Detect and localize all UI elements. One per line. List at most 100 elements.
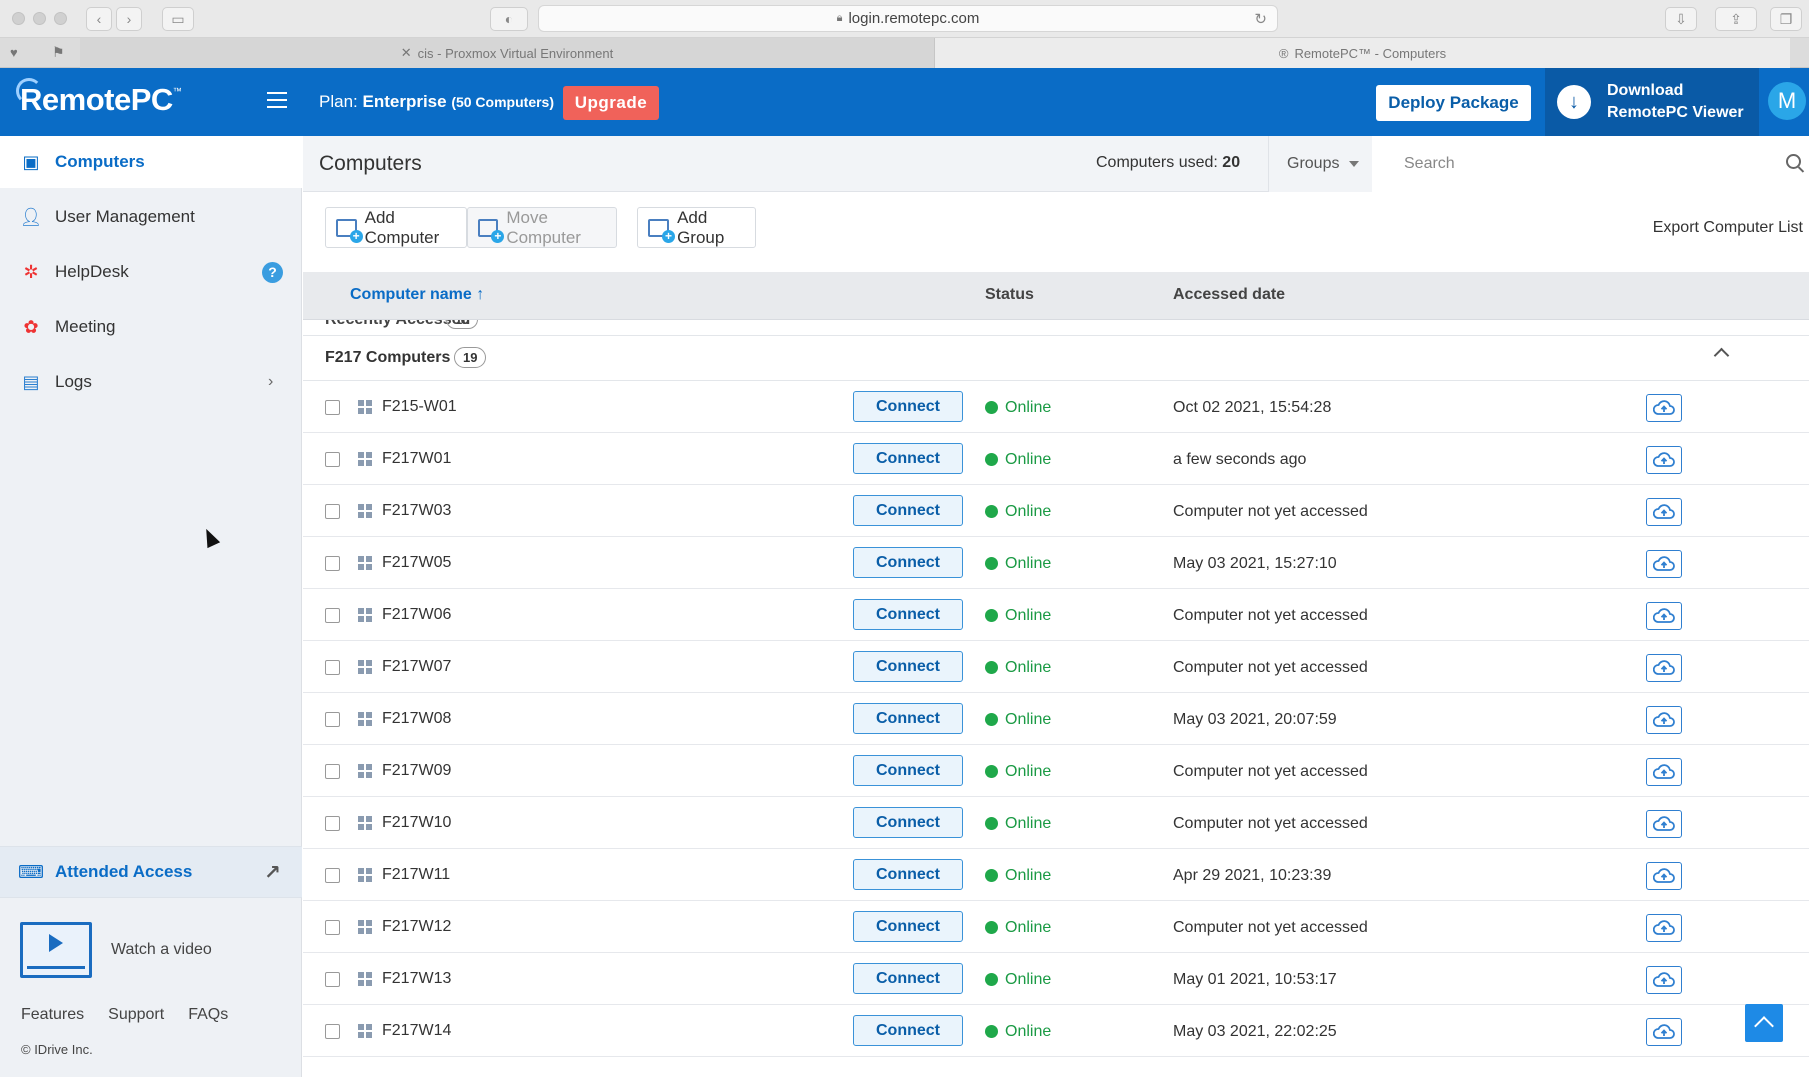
row-checkbox[interactable]: [325, 556, 340, 571]
connect-button[interactable]: Connect: [853, 391, 963, 422]
shield-icon[interactable]: ◐: [490, 7, 528, 31]
column-computer-name[interactable]: Computer name ↑: [350, 286, 484, 304]
table-row[interactable]: F217W08 Connect Online May 03 2021, 20:07:5…: [303, 693, 1809, 745]
chevron-up-icon[interactable]: [1713, 347, 1730, 364]
forward-icon[interactable]: ›: [116, 7, 142, 31]
row-checkbox[interactable]: [325, 400, 340, 415]
address-bar[interactable]: 🔒︎ login.remotepc.com ↻: [538, 5, 1278, 32]
connect-button[interactable]: Connect: [853, 911, 963, 942]
row-checkbox[interactable]: [325, 972, 340, 987]
features-link[interactable]: Features: [21, 1006, 84, 1024]
tab-proxmox[interactable]: ✕ cis - Proxmox Virtual Environment: [80, 38, 935, 68]
search-icon[interactable]: [1786, 154, 1801, 169]
attended-access-link[interactable]: ⌨ Attended Access ↗: [0, 846, 302, 898]
upload-icon[interactable]: [1646, 966, 1682, 994]
video-thumbnail[interactable]: [20, 922, 92, 978]
upload-icon[interactable]: [1646, 446, 1682, 474]
table-row[interactable]: F217W11 Connect Online Apr 29 2021, 10:23:3…: [303, 849, 1809, 901]
table-row[interactable]: F217W14 Connect Online May 03 2021, 22:02:2…: [303, 1005, 1809, 1057]
connect-button[interactable]: Connect: [853, 807, 963, 838]
watch-video-link[interactable]: Watch a video: [111, 941, 212, 959]
upload-icon[interactable]: [1646, 706, 1682, 734]
upgrade-button[interactable]: Upgrade: [563, 86, 659, 120]
row-checkbox[interactable]: [325, 452, 340, 467]
row-checkbox[interactable]: [325, 764, 340, 779]
deploy-package-button[interactable]: Deploy Package: [1376, 85, 1531, 121]
help-icon[interactable]: ?: [262, 261, 283, 283]
upload-icon[interactable]: [1646, 1018, 1682, 1046]
sidebar-item-meeting[interactable]: ✿ Meeting: [0, 301, 302, 353]
sidebar-item-logs[interactable]: ▤ Logs ›: [0, 356, 302, 408]
connect-button[interactable]: Connect: [853, 495, 963, 526]
sidebar-item-helpdesk[interactable]: ✲ HelpDesk ?: [0, 246, 302, 298]
table-row[interactable]: F217W09 Connect Online Computer not yet acc…: [303, 745, 1809, 797]
upload-icon[interactable]: [1646, 862, 1682, 890]
connect-button[interactable]: Connect: [853, 443, 963, 474]
table-row[interactable]: F215-W01 Connect Online Oct 02 2021, 15:54:…: [303, 381, 1809, 433]
group-header-f217[interactable]: F217 Computers 19: [303, 336, 1809, 381]
sidebar-item-user-management[interactable]: 👤︎ User Management: [0, 191, 302, 243]
row-checkbox[interactable]: [325, 920, 340, 935]
upload-icon[interactable]: [1646, 654, 1682, 682]
reload-icon[interactable]: ↻: [1254, 10, 1267, 28]
close-window-icon[interactable]: [12, 12, 25, 25]
hamburger-menu-icon[interactable]: [267, 92, 287, 108]
connect-button[interactable]: Connect: [853, 599, 963, 630]
table-row[interactable]: F217W06 Connect Online Computer not yet acc…: [303, 589, 1809, 641]
faqs-link[interactable]: FAQs: [188, 1006, 228, 1024]
table-row[interactable]: F217W10 Connect Online Computer not yet acc…: [303, 797, 1809, 849]
downloads-icon[interactable]: ⇩: [1665, 7, 1697, 31]
connect-button[interactable]: Connect: [853, 703, 963, 734]
row-checkbox[interactable]: [325, 1024, 340, 1039]
connect-button[interactable]: Connect: [853, 547, 963, 578]
connect-button[interactable]: Connect: [853, 1015, 963, 1046]
row-checkbox[interactable]: [325, 712, 340, 727]
download-viewer-button[interactable]: ↓ Download RemotePC Viewer: [1545, 68, 1759, 136]
upload-icon[interactable]: [1646, 810, 1682, 838]
search-input[interactable]: [1402, 154, 1782, 174]
table-row[interactable]: F217W01 Connect Online a few seconds ago: [303, 433, 1809, 485]
upload-icon[interactable]: [1646, 758, 1682, 786]
sidebar-item-computers[interactable]: ▣ Computers: [0, 136, 302, 188]
share-icon[interactable]: ⇪: [1715, 7, 1757, 31]
add-computer-button[interactable]: Add Computer: [325, 207, 467, 248]
upload-icon[interactable]: [1646, 602, 1682, 630]
minimize-window-icon[interactable]: [33, 12, 46, 25]
user-avatar[interactable]: M: [1768, 82, 1806, 120]
connect-button[interactable]: Connect: [853, 859, 963, 890]
groups-dropdown[interactable]: Groups: [1268, 136, 1372, 192]
connect-button[interactable]: Connect: [853, 755, 963, 786]
table-row[interactable]: F217W12 Connect Online Computer not yet acc…: [303, 901, 1809, 953]
move-computer-button[interactable]: Move Computer: [467, 207, 617, 248]
remotepc-logo[interactable]: RemotePC™: [16, 78, 182, 118]
table-row[interactable]: F217W13 Connect Online May 01 2021, 10:53:1…: [303, 953, 1809, 1005]
tabs-overview-icon[interactable]: ❐: [1770, 7, 1802, 31]
table-row[interactable]: F217W03 Connect Online Computer not yet acc…: [303, 485, 1809, 537]
zoom-window-icon[interactable]: [54, 12, 67, 25]
row-checkbox[interactable]: [325, 660, 340, 675]
tab-remotepc[interactable]: ® RemotePC™ - Computers: [935, 38, 1790, 68]
windows-icon: [358, 972, 372, 986]
support-link[interactable]: Support: [108, 1006, 164, 1024]
external-link-icon[interactable]: ↗: [264, 860, 281, 885]
connect-button[interactable]: Connect: [853, 963, 963, 994]
row-checkbox[interactable]: [325, 504, 340, 519]
row-checkbox[interactable]: [325, 868, 340, 883]
scroll-to-top-button[interactable]: [1745, 1004, 1783, 1042]
table-row[interactable]: F217W05 Connect Online May 03 2021, 15:27:1…: [303, 537, 1809, 589]
pin-icon[interactable]: ⚑: [52, 44, 65, 61]
sidebar-toggle-icon[interactable]: ▭: [162, 7, 194, 31]
back-icon[interactable]: ‹: [86, 7, 112, 31]
add-group-button[interactable]: Add Group: [637, 207, 756, 248]
upload-icon[interactable]: [1646, 394, 1682, 422]
upload-icon[interactable]: [1646, 914, 1682, 942]
recently-accessed-group[interactable]: Recently Accessed 10: [303, 320, 1809, 336]
upload-icon[interactable]: [1646, 498, 1682, 526]
upload-icon[interactable]: [1646, 550, 1682, 578]
row-checkbox[interactable]: [325, 608, 340, 623]
extension-icon[interactable]: ♥: [10, 45, 18, 60]
table-row[interactable]: F217W07 Connect Online Computer not yet acc…: [303, 641, 1809, 693]
connect-button[interactable]: Connect: [853, 651, 963, 682]
row-checkbox[interactable]: [325, 816, 340, 831]
export-computer-list-link[interactable]: Export Computer List: [1653, 219, 1803, 237]
